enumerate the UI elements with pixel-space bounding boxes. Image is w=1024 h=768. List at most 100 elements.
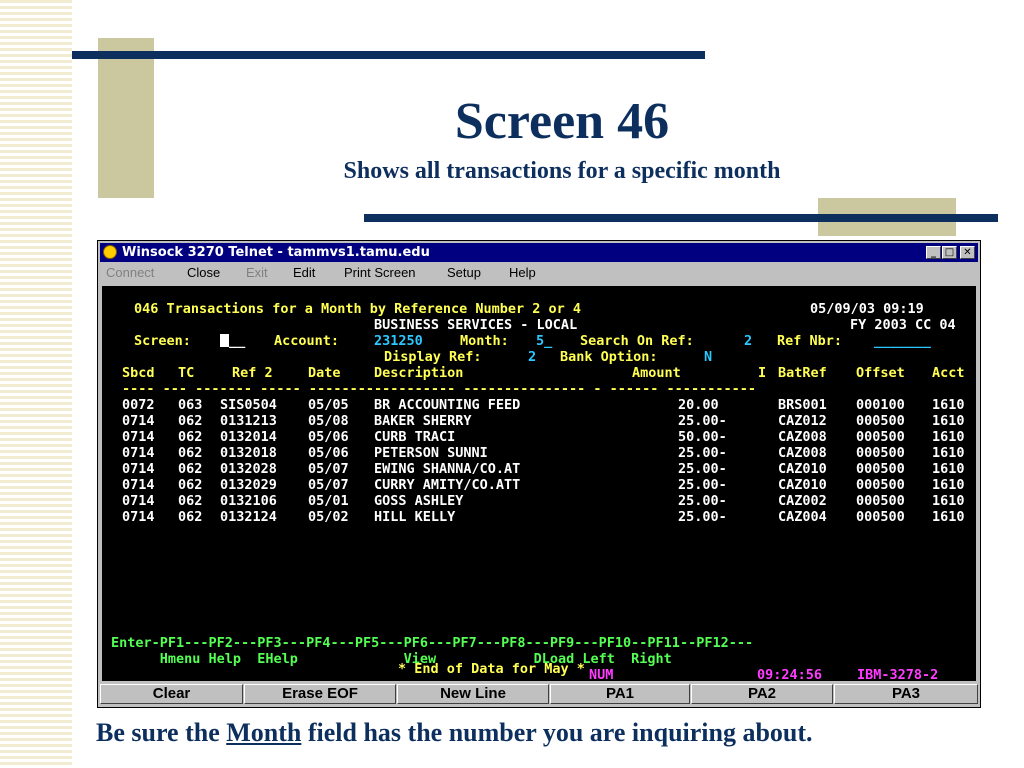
cell-sbcd: 0714 xyxy=(122,413,155,429)
decorative-line-right xyxy=(364,214,998,222)
cell-sbcd: 0714 xyxy=(122,509,155,525)
menu-close[interactable]: Close xyxy=(187,265,220,280)
cell-date: 05/07 xyxy=(308,461,349,477)
screen-title: Transactions for a Month by Reference Nu… xyxy=(166,301,582,317)
cell-acct: 1610 xyxy=(932,461,965,477)
menu-edit[interactable]: Edit xyxy=(293,265,315,280)
cell-batref: CAZ004 xyxy=(778,509,827,525)
display-ref-label: Display Ref: xyxy=(384,349,482,365)
month-input[interactable]: 5_ xyxy=(536,333,552,349)
pa1-button[interactable]: PA1 xyxy=(550,684,690,704)
cell-amount: 25.00- xyxy=(678,493,727,509)
slide-subtitle: Shows all transactions for a specific mo… xyxy=(343,158,781,184)
maximize-icon[interactable]: □ xyxy=(942,246,957,259)
cell-offset: 000500 xyxy=(856,429,905,445)
telnet-window: Winsock 3270 Telnet - tammvs1.tamu.edu _… xyxy=(97,240,981,708)
cell-tc: 062 xyxy=(178,445,203,461)
cell-tc: 062 xyxy=(178,461,203,477)
header-datetime: 05/09/03 09:19 xyxy=(810,301,924,317)
cell-offset: 000500 xyxy=(856,493,905,509)
decorative-stripes xyxy=(0,0,72,768)
search-ref-label: Search On Ref: xyxy=(580,333,694,349)
cell-date: 05/08 xyxy=(308,413,349,429)
cell-acct: 1610 xyxy=(932,493,965,509)
cell-sbcd: 0714 xyxy=(122,493,155,509)
cell-desc: BR ACCOUNTING FEED xyxy=(374,397,521,413)
cell-sbcd: 0714 xyxy=(122,429,155,445)
pa2-button[interactable]: PA2 xyxy=(691,684,833,704)
decorative-line-top xyxy=(72,51,705,59)
cell-offset: 000500 xyxy=(856,509,905,525)
menu-connect[interactable]: Connect xyxy=(106,265,154,280)
cell-ref2: 0132029 xyxy=(220,477,277,493)
bank-option-label: Bank Option: xyxy=(560,349,658,365)
cell-amount: 20.00 xyxy=(678,397,719,413)
ref-nbr-input[interactable]: _______ xyxy=(874,333,931,349)
col-tc: TC xyxy=(178,365,195,381)
menu-print-screen[interactable]: Print Screen xyxy=(344,265,416,280)
cell-date: 05/02 xyxy=(308,509,349,525)
menu-setup[interactable]: Setup xyxy=(447,265,481,280)
cell-batref: CAZ002 xyxy=(778,493,827,509)
cell-offset: 000500 xyxy=(856,461,905,477)
new-line-button[interactable]: New Line xyxy=(397,684,549,704)
slide-footer: Be sure the Month field has the number y… xyxy=(96,718,813,747)
cell-sbcd: 0714 xyxy=(122,445,155,461)
cell-acct: 1610 xyxy=(932,445,965,461)
cell-ref2: SIS0504 xyxy=(220,397,277,413)
slide-title: Screen 46 xyxy=(454,93,670,150)
menu-exit[interactable]: Exit xyxy=(246,265,268,280)
menu-help[interactable]: Help xyxy=(509,265,536,280)
cell-acct: 1610 xyxy=(932,397,965,413)
cell-sbcd: 0714 xyxy=(122,461,155,477)
cell-amount: 25.00- xyxy=(678,461,727,477)
terminal-screen[interactable]: 046 Transactions for a Month by Referenc… xyxy=(102,286,976,681)
display-ref-input[interactable]: 2 xyxy=(528,349,536,365)
search-ref-input[interactable]: 2 xyxy=(744,333,752,349)
account-input[interactable]: 231250 xyxy=(374,333,423,349)
menu-bar: Connect Close Exit Edit Print Screen Set… xyxy=(100,263,978,283)
cell-acct: 1610 xyxy=(932,477,965,493)
screen-input[interactable]: __ xyxy=(220,333,245,349)
cell-tc: 062 xyxy=(178,429,203,445)
cell-batref: CAZ008 xyxy=(778,445,827,461)
col-date: Date xyxy=(308,365,341,381)
header-org: BUSINESS SERVICES - LOCAL xyxy=(374,317,578,333)
cell-offset: 000500 xyxy=(856,477,905,493)
cell-batref: CAZ010 xyxy=(778,477,827,493)
cell-acct: 1610 xyxy=(932,429,965,445)
bank-option-input[interactable]: N xyxy=(704,349,712,365)
cell-amount: 50.00- xyxy=(678,429,727,445)
screen-label: Screen: xyxy=(134,333,191,349)
cell-desc: BAKER SHERRY xyxy=(374,413,472,429)
cell-date: 05/06 xyxy=(308,429,349,445)
month-emphasis: Month xyxy=(226,718,302,747)
cell-ref2: 0132014 xyxy=(220,429,277,445)
header-fy: FY 2003 CC 04 xyxy=(850,317,956,333)
cell-tc: 062 xyxy=(178,477,203,493)
function-button-bar: Clear Erase EOF New Line PA1 PA2 PA3 xyxy=(100,684,978,705)
winsock-app-icon[interactable] xyxy=(103,245,117,259)
cell-ref2: 0131213 xyxy=(220,413,277,429)
screen-id: 046 xyxy=(134,301,159,317)
cell-ref2: 0132124 xyxy=(220,509,277,525)
cell-ref2: 0132018 xyxy=(220,445,277,461)
cell-offset: 000500 xyxy=(856,413,905,429)
col-offset: Offset xyxy=(856,365,905,381)
cell-desc: GOSS ASHLEY xyxy=(374,493,464,509)
cell-date: 05/06 xyxy=(308,445,349,461)
cell-amount: 25.00- xyxy=(678,445,727,461)
erase-eof-button[interactable]: Erase EOF xyxy=(244,684,396,704)
ref-nbr-label: Ref Nbr: xyxy=(777,333,843,349)
cell-desc: HILL KELLY xyxy=(374,509,456,525)
clear-button[interactable]: Clear xyxy=(100,684,243,704)
cell-date: 05/01 xyxy=(308,493,349,509)
cell-ref2: 0132106 xyxy=(220,493,277,509)
cell-offset: 000100 xyxy=(856,397,905,413)
cell-batref: CAZ012 xyxy=(778,413,827,429)
cell-tc: 062 xyxy=(178,509,203,525)
minimize-icon[interactable]: _ xyxy=(926,246,941,259)
close-icon[interactable]: ✕ xyxy=(960,246,975,259)
window-titlebar[interactable]: Winsock 3270 Telnet - tammvs1.tamu.edu _… xyxy=(100,243,978,262)
pa3-button[interactable]: PA3 xyxy=(834,684,978,704)
